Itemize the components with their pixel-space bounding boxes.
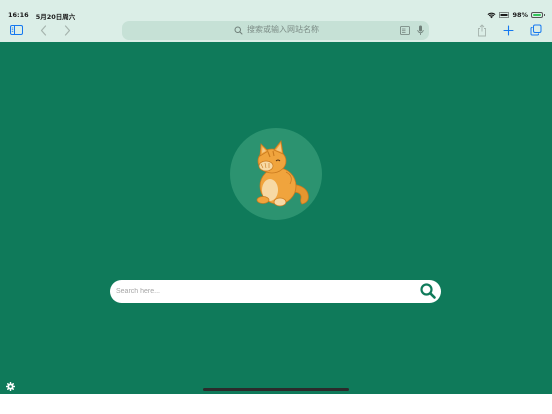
share-icon[interactable]	[474, 22, 490, 38]
bottom-strip	[0, 394, 552, 414]
browser-toolbar: 搜索或输入网站名称	[0, 20, 552, 42]
magnifier-icon	[420, 283, 436, 299]
address-bar[interactable]: 搜索或输入网站名称	[122, 21, 429, 40]
wifi-icon	[487, 12, 496, 18]
plus-icon[interactable]	[500, 22, 516, 38]
reader-icon[interactable]	[400, 26, 410, 35]
chevron-left-icon[interactable]	[35, 22, 51, 38]
magnifier-icon	[234, 26, 243, 34]
status-right: 98%	[487, 11, 545, 19]
tabs-icon[interactable]	[528, 22, 544, 38]
battery-icon	[531, 12, 545, 18]
vpn-icon	[499, 12, 510, 18]
search-button[interactable]	[419, 282, 437, 300]
microphone-icon[interactable]	[417, 25, 424, 36]
gear-icon[interactable]	[6, 378, 15, 391]
chevron-right-icon[interactable]	[59, 22, 75, 38]
cat-logo-circle	[230, 128, 322, 220]
home-indicator	[203, 388, 349, 391]
cat-illustration	[256, 140, 309, 207]
page-content	[0, 42, 552, 394]
address-bar-placeholder: 搜索或输入网站名称	[247, 25, 319, 34]
search-input[interactable]	[116, 284, 406, 299]
battery-percent: 98%	[512, 11, 528, 19]
search-box	[110, 280, 441, 303]
status-bar: 16:16 5月20日周六 98%	[0, 0, 552, 21]
sidebar-icon[interactable]	[8, 22, 24, 38]
address-bar-placeholder-group: 搜索或输入网站名称	[234, 24, 319, 36]
